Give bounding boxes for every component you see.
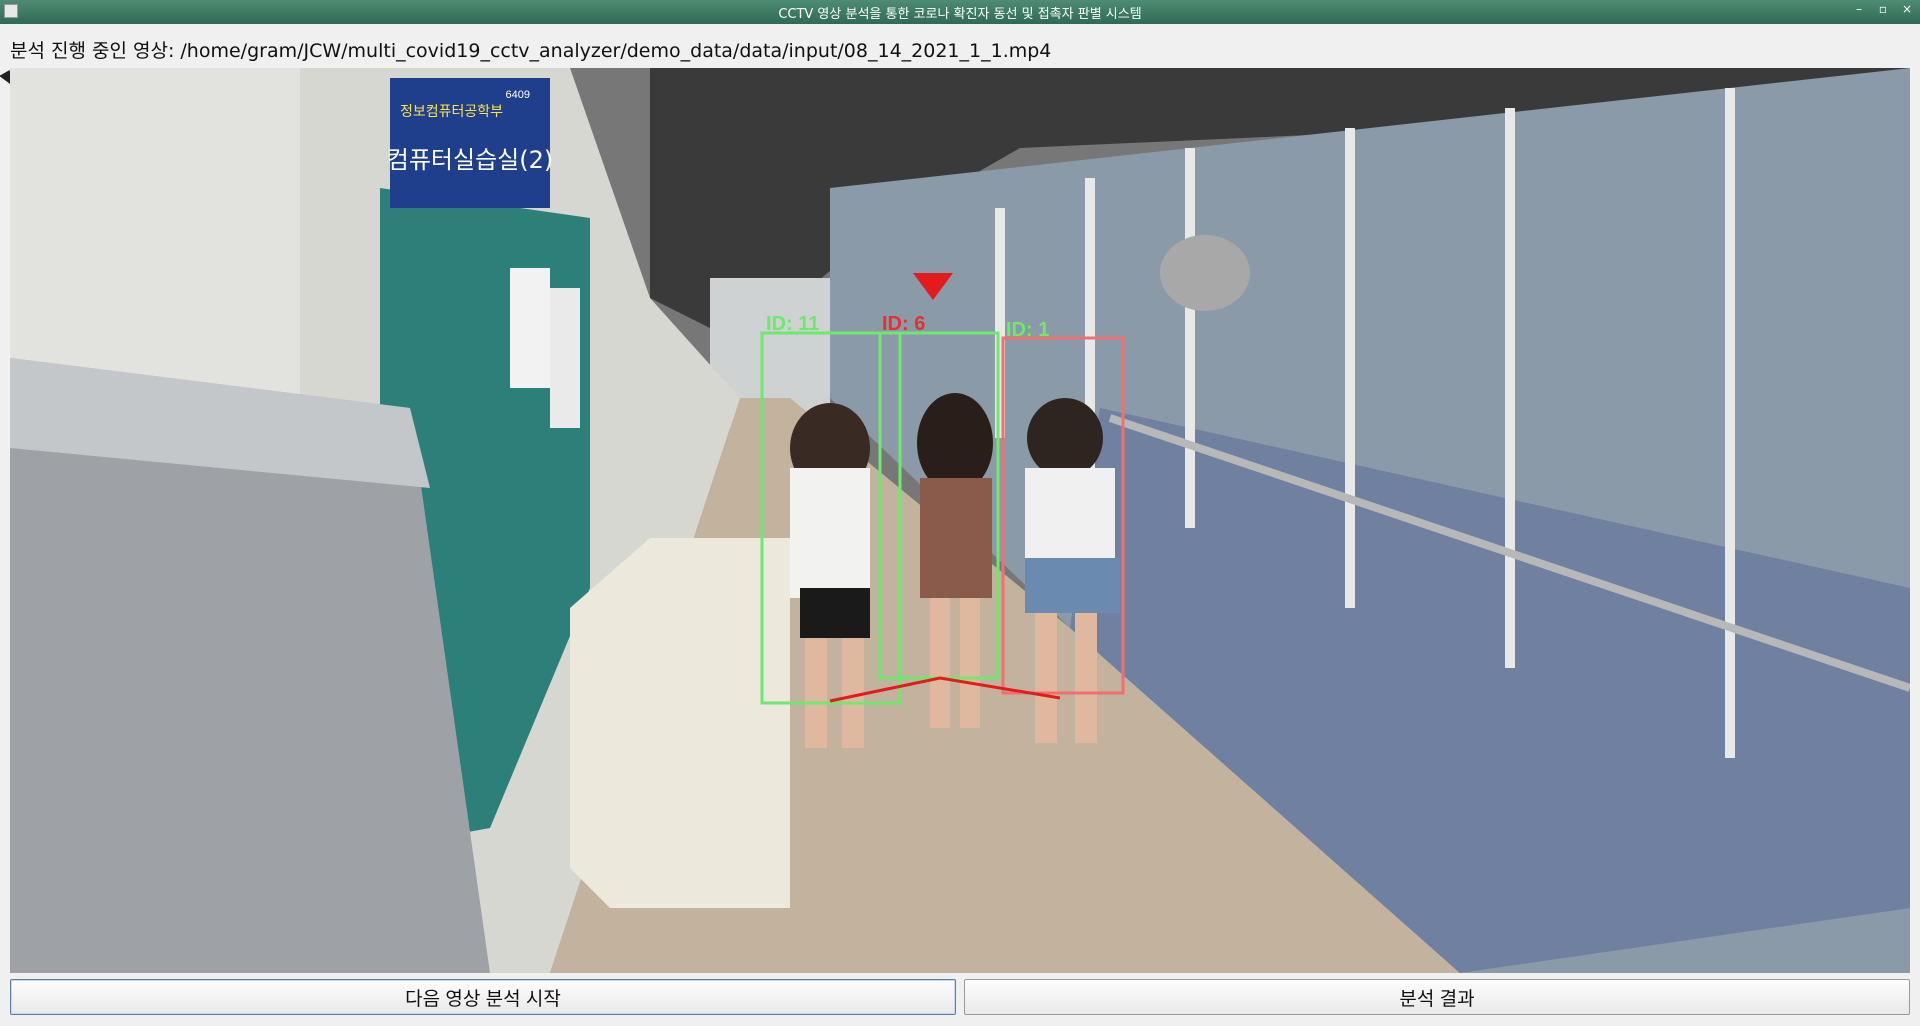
app-icon bbox=[4, 4, 18, 18]
detection-id-label: ID: 1 bbox=[1006, 319, 1049, 341]
window-titlebar: CCTV 영상 분석을 통한 코로나 확진자 동선 및 접촉자 판별 시스템 –… bbox=[0, 0, 1920, 24]
window-controls: – ▫ × bbox=[1852, 2, 1914, 16]
analysis-file-label: 분석 진행 중인 영상: /home/gram/JCW/multi_covid1… bbox=[10, 40, 1052, 62]
minimize-icon[interactable]: – bbox=[1852, 2, 1866, 16]
maximize-icon[interactable]: ▫ bbox=[1876, 2, 1890, 16]
blur-patch bbox=[1160, 235, 1250, 311]
detection-id-label: ID: 11 bbox=[766, 313, 819, 335]
poster bbox=[510, 268, 550, 388]
detection-id-label: ID: 6 bbox=[882, 313, 925, 335]
sign-room: 컴퓨터실습실(2) bbox=[387, 146, 553, 174]
cctv-frame-drawing: 6409 정보컴퓨터공학부 컴퓨터실습실(2) ID: 11 ID: 6 ID:… bbox=[10, 68, 1910, 973]
next-video-analysis-button[interactable]: 다음 영상 분석 시작 bbox=[10, 979, 956, 1015]
analysis-result-button[interactable]: 분석 결과 bbox=[964, 979, 1910, 1015]
close-icon[interactable]: × bbox=[1900, 2, 1914, 16]
sign-number: 6409 bbox=[506, 89, 530, 101]
video-frame: 6409 정보컴퓨터공학부 컴퓨터실습실(2) ID: 11 ID: 6 ID:… bbox=[10, 68, 1910, 973]
recycle-bins bbox=[570, 538, 790, 908]
window-title: CCTV 영상 분석을 통한 코로나 확진자 동선 및 접촉자 판별 시스템 bbox=[778, 6, 1142, 22]
poster bbox=[550, 288, 580, 428]
sign-dept: 정보컴퓨터공학부 bbox=[400, 104, 503, 120]
